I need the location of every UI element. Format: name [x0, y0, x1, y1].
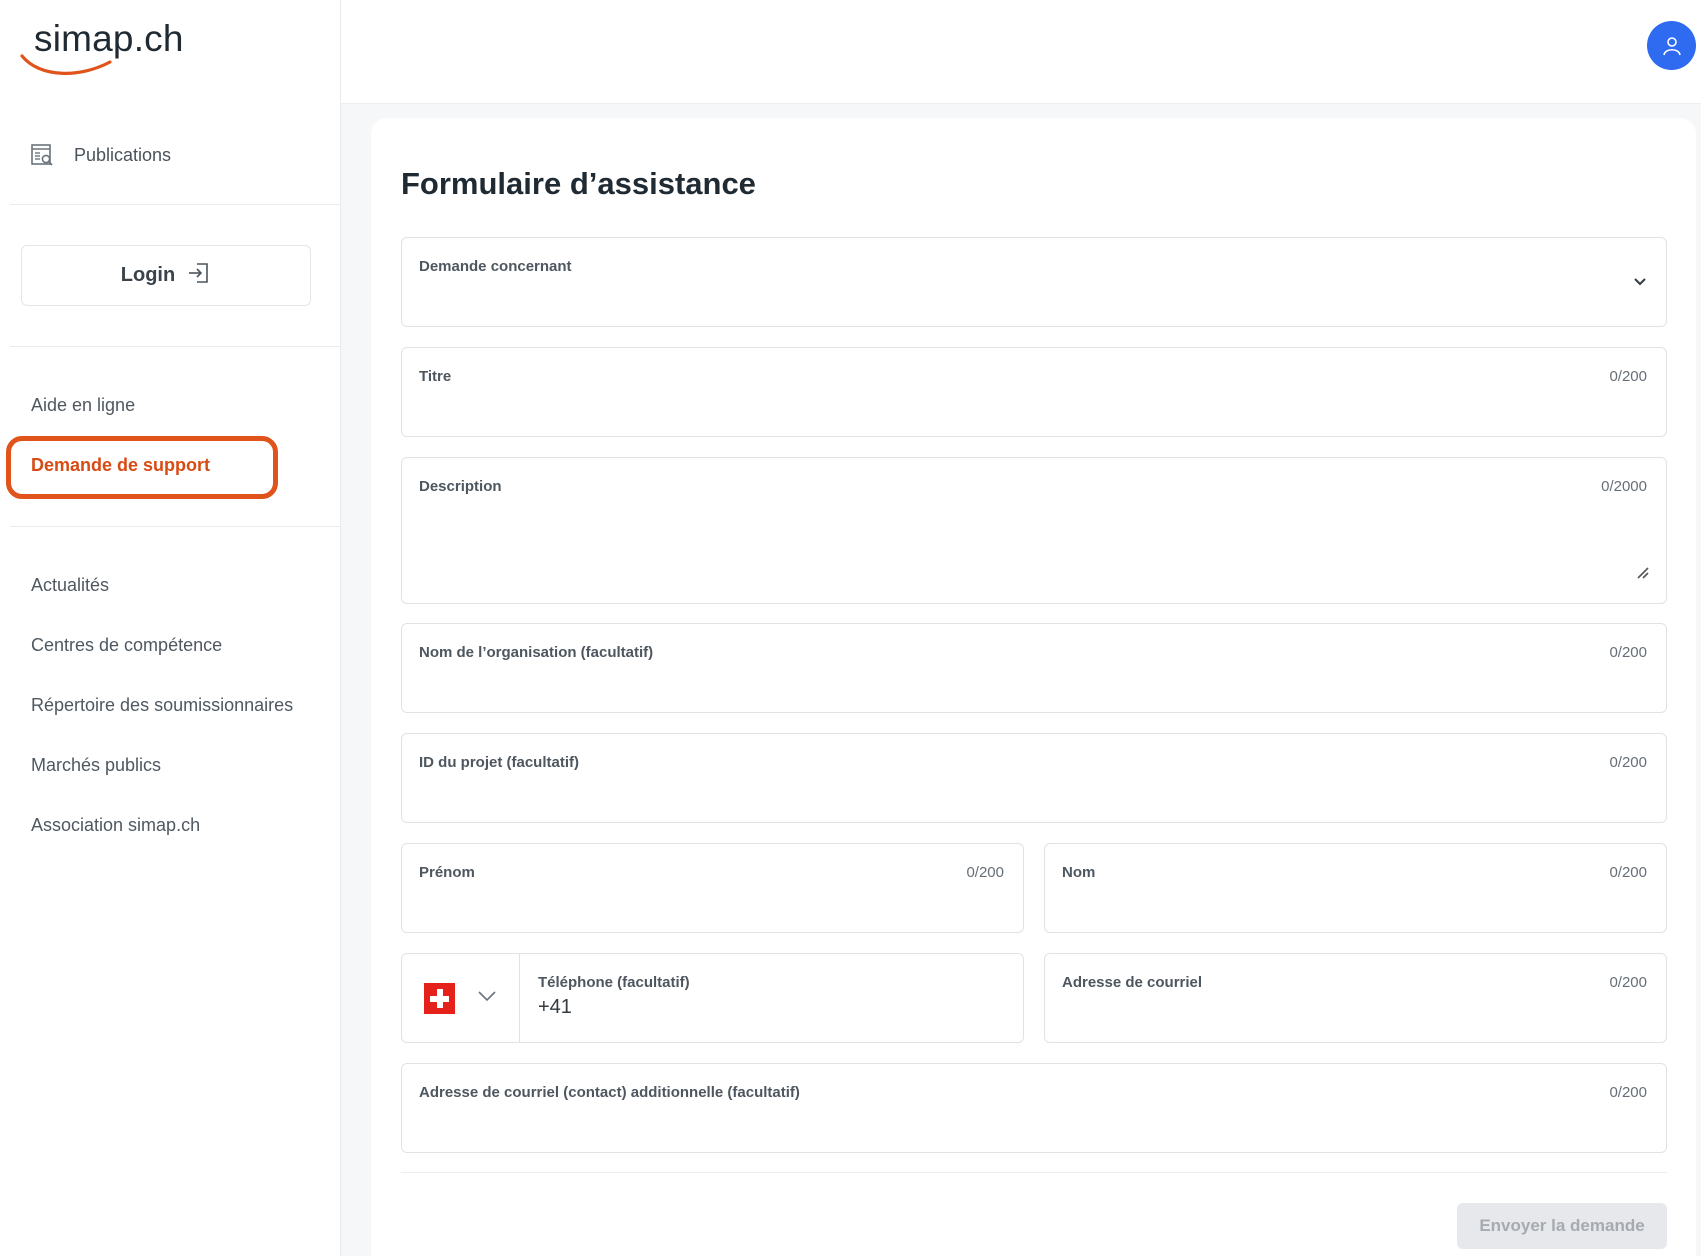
sidebar-item-association[interactable]: Association simap.ch	[31, 815, 200, 836]
last-name-field[interactable]: Nom 0/200	[1044, 843, 1667, 933]
char-counter: 0/200	[1609, 644, 1647, 661]
field-label: Nom de l’organisation (facultatif)	[419, 644, 654, 661]
phone-field: Téléphone (facultatif) +41	[401, 953, 1024, 1043]
logo[interactable]: simap.ch	[20, 14, 210, 75]
sidebar-item-publications[interactable]: Publications	[30, 138, 171, 172]
user-avatar-button[interactable]	[1647, 21, 1696, 70]
sidebar-divider	[10, 346, 340, 347]
sidebar-item-bidders-directory[interactable]: Répertoire des soumissionnaires	[31, 695, 293, 716]
char-counter: 0/200	[1609, 368, 1647, 385]
country-code-select[interactable]	[402, 954, 520, 1042]
login-label: Login	[120, 264, 176, 286]
field-label: Adresse de courriel (contact) additionne…	[419, 1084, 800, 1101]
description-textarea[interactable]: Description 0/2000	[401, 457, 1667, 604]
field-label: Titre	[419, 368, 452, 385]
field-label: Adresse de courriel	[1062, 974, 1203, 991]
chevron-down-icon	[477, 989, 497, 1007]
char-counter: 0/2000	[1601, 478, 1647, 495]
phone-input[interactable]: Téléphone (facultatif) +41	[520, 954, 1023, 1042]
sidebar-item-public-procurement[interactable]: Marchés publics	[31, 755, 161, 776]
resize-handle-icon[interactable]	[1636, 566, 1650, 585]
title-field[interactable]: Titre 0/200	[401, 347, 1667, 437]
chevron-down-icon[interactable]	[1632, 274, 1648, 292]
publications-icon	[30, 142, 56, 168]
login-button[interactable]: Login	[21, 245, 311, 306]
user-icon	[1662, 36, 1681, 55]
sidebar-divider	[10, 204, 340, 205]
additional-email-field[interactable]: Adresse de courriel (contact) additionne…	[401, 1063, 1667, 1153]
project-id-field[interactable]: ID du projet (facultatif) 0/200	[401, 733, 1667, 823]
field-label: Téléphone (facultatif)	[538, 974, 690, 991]
swiss-flag-icon	[424, 982, 455, 1014]
field-label: Prénom	[419, 864, 475, 881]
char-counter: 0/200	[1609, 974, 1647, 991]
char-counter: 0/200	[1609, 1084, 1647, 1101]
char-counter: 0/200	[966, 864, 1004, 881]
email-field[interactable]: Adresse de courriel 0/200	[1044, 953, 1667, 1043]
field-label: Demande concernant	[419, 258, 572, 275]
sidebar-item-label: Publications	[74, 144, 172, 165]
login-icon	[187, 261, 211, 291]
page-title: Formulaire d’assistance	[401, 166, 756, 201]
sidebar-item-help[interactable]: Aide en ligne	[31, 395, 135, 416]
field-label: Description	[419, 478, 502, 495]
form-divider	[401, 1172, 1667, 1173]
first-name-field[interactable]: Prénom 0/200	[401, 843, 1024, 933]
sidebar-item-news[interactable]: Actualités	[31, 575, 109, 596]
app: simap.ch Publications Login Aide en lign…	[0, 0, 1701, 1256]
sidebar-item-support[interactable]: Demande de support	[31, 455, 210, 476]
logo-swoosh-icon	[20, 54, 112, 75]
sidebar-item-competence-centres[interactable]: Centres de compétence	[31, 635, 222, 656]
char-counter: 0/200	[1609, 754, 1647, 771]
sidebar-divider	[10, 526, 340, 527]
organisation-field[interactable]: Nom de l’organisation (facultatif) 0/200	[401, 623, 1667, 713]
submit-button[interactable]: Envoyer la demande	[1457, 1203, 1667, 1249]
top-bar	[341, 0, 1701, 104]
subject-select[interactable]: Demande concernant	[401, 237, 1667, 327]
field-label: Nom	[1062, 864, 1096, 881]
sidebar: simap.ch Publications Login Aide en lign…	[0, 0, 341, 1256]
char-counter: 0/200	[1609, 864, 1647, 881]
field-label: ID du projet (facultatif)	[419, 754, 579, 771]
phone-value: +41	[538, 996, 572, 1018]
